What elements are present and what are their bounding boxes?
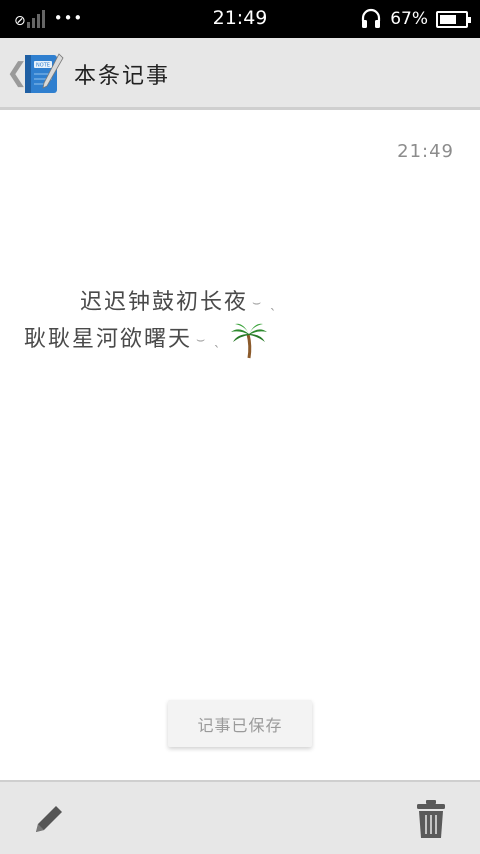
swirl-decoration-icon: ⌣ ˎ <box>196 332 223 348</box>
note-line-text: 耿耿星河欲曙天 <box>24 327 193 352</box>
palm-tree-icon <box>230 323 267 359</box>
page-title: 本条记事 <box>74 64 171 89</box>
note-line-text: 迟迟钟鼓初长夜 <box>80 290 249 315</box>
note-text[interactable]: 迟迟钟鼓初长夜 ⌣ ˎ 耿耿星河欲曙天 ⌣ ˎ <box>24 286 279 360</box>
note-timestamp: 21:49 <box>397 141 454 162</box>
note-line: 迟迟钟鼓初长夜 ⌣ ˎ <box>24 286 279 320</box>
title-bar: ❮ NOTE 本条记事 <box>0 38 480 110</box>
headset-icon <box>362 8 381 28</box>
status-right: 67% <box>360 8 471 30</box>
status-bar: ⊘ ••• 21:49 67% <box>0 0 480 38</box>
note-content[interactable]: 21:49 迟迟钟鼓初长夜 ⌣ ˎ 耿耿星河欲曙天 ⌣ ˎ <box>0 113 480 780</box>
trash-icon[interactable] <box>414 798 448 840</box>
battery-level <box>440 14 457 24</box>
note-line: 耿耿星河欲曙天 ⌣ ˎ <box>24 320 279 360</box>
battery-icon <box>436 10 471 28</box>
bottom-toolbar <box>0 780 480 854</box>
battery-percent: 67% <box>390 9 428 29</box>
saved-toast: 记事已保存 <box>168 700 312 747</box>
swirl-decoration-icon: ⌣ ˎ <box>252 295 279 311</box>
app-icon-label: NOTE <box>36 63 50 69</box>
note-app-icon[interactable]: NOTE <box>22 52 64 96</box>
pencil-icon[interactable] <box>28 800 68 840</box>
